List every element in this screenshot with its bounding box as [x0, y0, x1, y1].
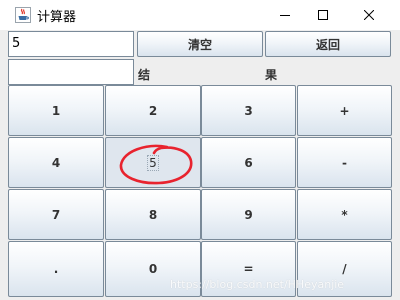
key-6[interactable]: 6	[201, 137, 296, 188]
calculator-window: 计算器 5 清空 返回 结 果 1 2 3 + 4 5 6 - 7 8 9 * …	[0, 0, 400, 300]
result-label-right: 果	[265, 68, 278, 82]
key-dot[interactable]: .	[8, 241, 104, 297]
key-plus[interactable]: +	[297, 85, 392, 136]
title-bar: 计算器	[0, 0, 400, 30]
key-5-label: 5	[147, 154, 159, 171]
clear-button[interactable]: 清空	[137, 31, 263, 57]
key-2[interactable]: 2	[105, 85, 201, 136]
key-1[interactable]: 1	[8, 85, 104, 136]
key-multiply[interactable]: *	[297, 189, 392, 240]
result-field[interactable]	[8, 59, 134, 85]
back-button[interactable]: 返回	[265, 31, 391, 57]
key-5[interactable]: 5	[105, 137, 201, 188]
expression-input[interactable]: 5	[8, 31, 134, 57]
close-icon	[364, 10, 374, 20]
key-4[interactable]: 4	[8, 137, 104, 188]
key-minus[interactable]: -	[297, 137, 392, 188]
window-title: 计算器	[37, 10, 77, 25]
maximize-button[interactable]	[300, 0, 346, 30]
key-8[interactable]: 8	[105, 189, 201, 240]
close-button[interactable]	[346, 0, 392, 30]
key-7[interactable]: 7	[8, 189, 104, 240]
minimize-icon	[280, 15, 290, 16]
key-3[interactable]: 3	[201, 85, 296, 136]
result-label-left: 结	[138, 68, 151, 82]
key-9[interactable]: 9	[201, 189, 296, 240]
watermark-text: https://blog.csdn.net/HHeyanjie	[170, 278, 345, 291]
maximize-icon	[318, 10, 328, 20]
java-cup-icon	[15, 7, 31, 23]
